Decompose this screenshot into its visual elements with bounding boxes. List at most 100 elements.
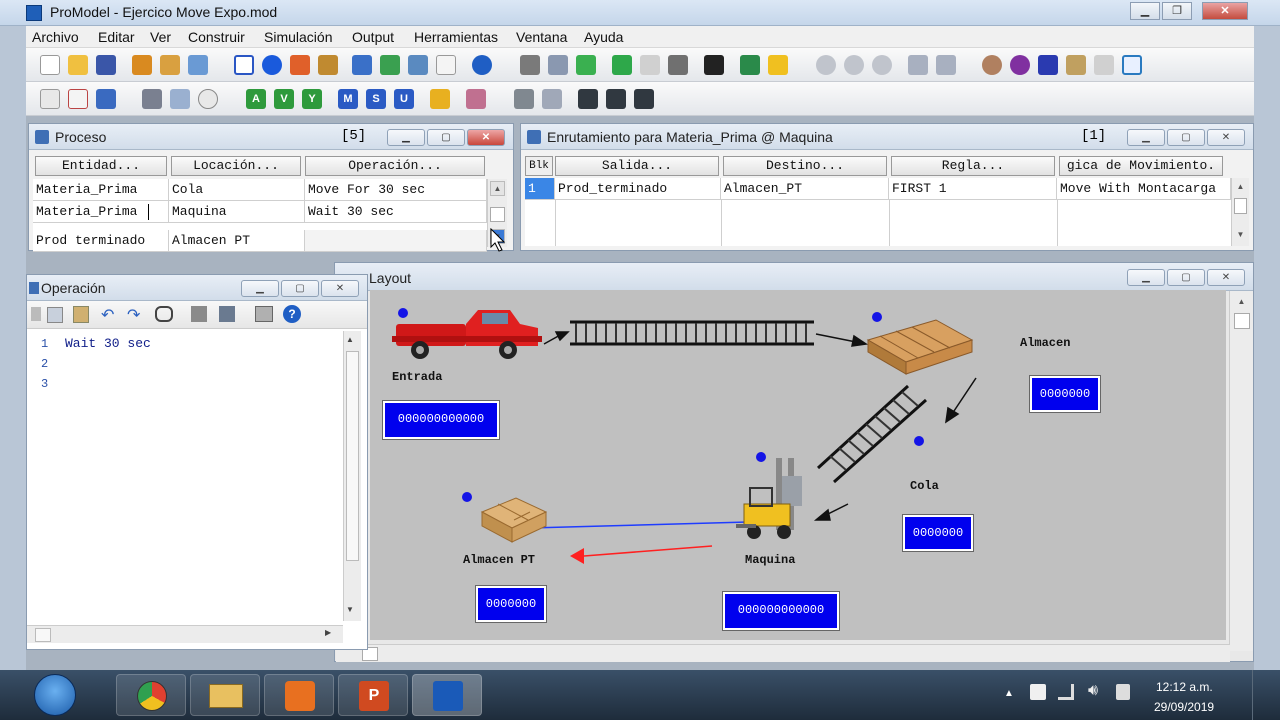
taskbar-app[interactable]	[264, 674, 334, 716]
editor-hscrollbar[interactable]: ▶	[27, 625, 343, 643]
scroll-thumb[interactable]	[346, 351, 359, 561]
tools-icon[interactable]	[1066, 55, 1086, 75]
power-icon[interactable]	[1116, 684, 1130, 700]
chart-edit-icon[interactable]	[68, 89, 88, 109]
time-plot-icon[interactable]	[816, 55, 836, 75]
routing-minimize-button[interactable]: ▁	[1127, 129, 1165, 146]
save-run-icon[interactable]	[576, 55, 596, 75]
taskbar-powerpoint[interactable]: P	[338, 674, 408, 716]
counter-entrada[interactable]: 000000000000	[382, 400, 500, 440]
value-plot-icon[interactable]	[872, 55, 892, 75]
print-icon[interactable]	[255, 306, 273, 322]
proceso-minimize-button[interactable]: ▁	[387, 129, 425, 146]
save-icon[interactable]	[96, 55, 116, 75]
shifts-icon[interactable]	[408, 55, 428, 75]
redo-icon[interactable]: ↷	[127, 305, 140, 325]
chart-icon[interactable]	[908, 55, 928, 75]
scroll-thumb[interactable]	[1234, 313, 1250, 329]
code-editor[interactable]: 1 Wait 30 sec 2 3	[27, 331, 343, 625]
editor-vscrollbar[interactable]: ▲ ▼	[343, 331, 361, 621]
package-icon[interactable]	[160, 55, 180, 75]
taskbar-promodel[interactable]	[412, 674, 482, 716]
scroll-down-icon[interactable]: ▼	[346, 605, 354, 614]
proceso-cell-operacion[interactable]: Move For 30 sec	[305, 179, 487, 201]
operacion-maximize-button[interactable]: ▢	[281, 280, 319, 297]
header-salida-button[interactable]: Salida...	[555, 156, 719, 176]
letter-a-icon[interactable]: A	[246, 89, 266, 109]
path-networks-icon[interactable]	[290, 55, 310, 75]
open-folder-icon[interactable]	[68, 55, 88, 75]
menu-ventana[interactable]: Ventana	[516, 29, 567, 45]
menu-construir[interactable]: Construir	[188, 29, 245, 45]
operacion-close-button[interactable]: ✕	[321, 280, 359, 297]
routing-maximize-button[interactable]: ▢	[1167, 129, 1205, 146]
monitor-icon[interactable]	[1122, 55, 1142, 75]
header-operacion-button[interactable]: Operación...	[305, 156, 485, 176]
path-network-line[interactable]	[529, 521, 749, 529]
counter-cola[interactable]: 0000000	[902, 514, 974, 552]
stop-icon[interactable]	[668, 55, 688, 75]
paste-icon[interactable]	[73, 306, 89, 323]
layout-scrollbar[interactable]: ▲	[1229, 291, 1253, 651]
windows-start-icon[interactable]	[34, 674, 76, 716]
letter-v-icon[interactable]: V	[274, 89, 294, 109]
layout-hscrollbar[interactable]	[336, 644, 1230, 662]
show-hidden-icons[interactable]: ▲	[1004, 688, 1014, 699]
header-regla-button[interactable]: Regla...	[891, 156, 1055, 176]
table-icon[interactable]	[40, 89, 60, 109]
undo-icon[interactable]: ↶	[101, 305, 114, 325]
entities-icon[interactable]	[262, 55, 282, 75]
simulation-options-icon[interactable]	[520, 55, 540, 75]
processing-icon[interactable]	[352, 55, 372, 75]
maximize-button[interactable]: ❐	[1162, 2, 1192, 20]
proceso-maximize-button[interactable]: ▢	[427, 129, 465, 146]
taskbar-chrome[interactable]	[116, 674, 186, 716]
graphics-icon[interactable]	[188, 55, 208, 75]
truck-icon[interactable]	[142, 89, 162, 109]
action-center-flag-icon[interactable]	[1030, 684, 1046, 700]
globe-icon[interactable]	[982, 55, 1002, 75]
proceso-cell-entidad[interactable]: Materia_Prima	[33, 179, 169, 201]
scroll-up-icon[interactable]: ▲	[1234, 295, 1249, 310]
truck-icon[interactable]	[392, 310, 542, 359]
calendar-icon[interactable]	[436, 55, 456, 75]
arrivals-icon[interactable]	[380, 55, 400, 75]
merge-icon[interactable]	[132, 55, 152, 75]
bank-icon[interactable]	[430, 89, 450, 109]
copy-icon[interactable]	[47, 307, 63, 323]
shapes-icon[interactable]	[466, 89, 486, 109]
model-view-icon[interactable]	[548, 55, 568, 75]
zoom-window-icon[interactable]	[170, 89, 190, 109]
output-viewer-icon[interactable]	[740, 55, 760, 75]
proceso-cell-operacion[interactable]	[305, 230, 487, 252]
code-line[interactable]: Wait 30 sec	[65, 336, 151, 351]
letter-s-icon[interactable]: S	[366, 89, 386, 109]
align-center-icon[interactable]	[606, 89, 626, 109]
layout-maximize-button[interactable]: ▢	[1167, 269, 1205, 286]
header-movimiento-button[interactable]: gica de Movimiento.	[1059, 156, 1223, 176]
info-icon[interactable]	[472, 55, 492, 75]
forklift-icon[interactable]	[736, 458, 802, 539]
layout-close-button[interactable]: ✕	[1207, 269, 1245, 286]
proceso-cell-locacion[interactable]: Almacen PT	[169, 230, 305, 252]
menu-archivo[interactable]: Archivo	[32, 29, 79, 45]
grid-icon[interactable]	[542, 89, 562, 109]
resources-icon[interactable]	[318, 55, 338, 75]
header-destino-button[interactable]: Destino...	[723, 156, 887, 176]
close-button[interactable]: ✕	[1202, 2, 1248, 20]
menu-output[interactable]: Output	[352, 29, 394, 45]
puzzle-icon[interactable]	[1094, 55, 1114, 75]
triangle-icon[interactable]	[1038, 55, 1058, 75]
scroll-thumb[interactable]	[35, 628, 51, 642]
layout-canvas[interactable]: Entrada Almacen Cola Maquina Almacen PT …	[370, 290, 1226, 640]
letter-m-icon[interactable]: M	[338, 89, 358, 109]
trend-icon[interactable]	[936, 55, 956, 75]
header-entidad-button[interactable]: Entidad...	[35, 156, 167, 176]
proceso-cell-entidad[interactable]: Prod terminado	[33, 230, 169, 252]
menu-editar[interactable]: Editar	[98, 29, 135, 45]
proceso-cell-operacion[interactable]: Wait 30 sec	[305, 201, 487, 223]
menu-simulacion[interactable]: Simulación	[264, 29, 332, 45]
counter-almacen[interactable]: 0000000	[1029, 375, 1101, 413]
routing-cell-destino[interactable]: Almacen_PT	[721, 178, 889, 200]
pause-icon[interactable]	[640, 55, 660, 75]
